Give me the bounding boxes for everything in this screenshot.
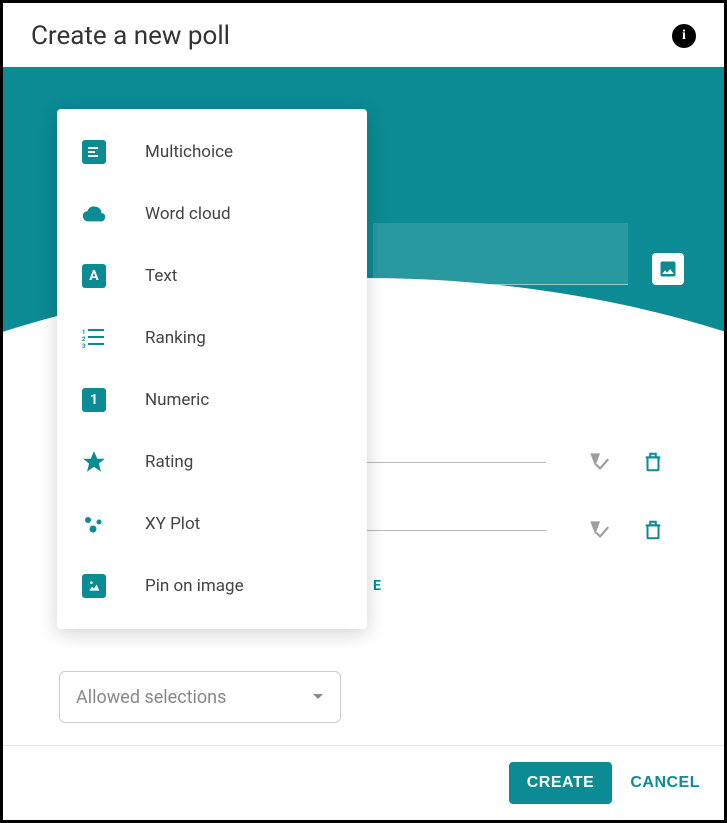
poll-type-label: Rating bbox=[145, 452, 193, 472]
cancel-button[interactable]: CANCEL bbox=[630, 774, 700, 792]
option-input[interactable] bbox=[356, 530, 546, 531]
mark-correct-icon[interactable] bbox=[586, 517, 612, 543]
option-input[interactable] bbox=[356, 462, 546, 463]
poll-type-label: Multichoice bbox=[145, 142, 233, 162]
delete-icon[interactable] bbox=[642, 450, 664, 474]
poll-type-ranking[interactable]: 123 Ranking bbox=[57, 307, 367, 369]
image-icon bbox=[658, 259, 678, 279]
text-icon: A bbox=[81, 263, 107, 289]
ranking-icon: 123 bbox=[81, 325, 107, 351]
poll-type-xyplot[interactable]: XY Plot bbox=[57, 493, 367, 555]
multichoice-icon bbox=[81, 139, 107, 165]
scatter-icon bbox=[81, 511, 107, 537]
poll-type-label: Ranking bbox=[145, 328, 206, 348]
question-input[interactable] bbox=[373, 223, 628, 285]
poll-type-text[interactable]: A Text bbox=[57, 245, 367, 307]
poll-type-label: XY Plot bbox=[145, 514, 200, 534]
dialog-footer: CREATE CANCEL bbox=[3, 745, 724, 820]
allowed-selections-select[interactable]: Allowed selections bbox=[59, 671, 341, 723]
poll-type-label: Text bbox=[145, 266, 177, 286]
poll-type-multichoice[interactable]: Multichoice bbox=[57, 121, 367, 183]
svg-text:2: 2 bbox=[82, 336, 86, 343]
dialog-title: Create a new poll bbox=[31, 21, 230, 51]
cloud-icon bbox=[81, 201, 107, 227]
poll-type-rating[interactable]: Rating bbox=[57, 431, 367, 493]
allowed-selections-placeholder: Allowed selections bbox=[76, 687, 226, 708]
poll-type-pinimage[interactable]: Pin on image bbox=[57, 555, 367, 617]
mark-correct-icon[interactable] bbox=[586, 449, 612, 475]
poll-type-wordcloud[interactable]: Word cloud bbox=[57, 183, 367, 245]
svg-text:3: 3 bbox=[82, 343, 86, 348]
svg-text:1: 1 bbox=[82, 329, 85, 336]
poll-type-label: Numeric bbox=[145, 390, 209, 410]
poll-type-label: Word cloud bbox=[145, 204, 231, 224]
add-image-button[interactable] bbox=[652, 253, 684, 285]
chevron-down-icon bbox=[312, 693, 324, 701]
poll-type-numeric[interactable]: 1 Numeric bbox=[57, 369, 367, 431]
create-button[interactable]: CREATE bbox=[509, 762, 613, 804]
info-icon[interactable]: i bbox=[672, 24, 696, 48]
rating-icon bbox=[81, 449, 107, 475]
image-pin-icon bbox=[81, 573, 107, 599]
add-choice-link-tail[interactable]: E bbox=[373, 578, 381, 594]
poll-type-dropdown: Multichoice Word cloud A Text 123 Rankin… bbox=[57, 109, 367, 629]
poll-type-label: Pin on image bbox=[145, 576, 244, 596]
delete-icon[interactable] bbox=[642, 518, 664, 542]
dialog-header: Create a new poll i bbox=[3, 3, 724, 67]
numeric-icon: 1 bbox=[81, 387, 107, 413]
